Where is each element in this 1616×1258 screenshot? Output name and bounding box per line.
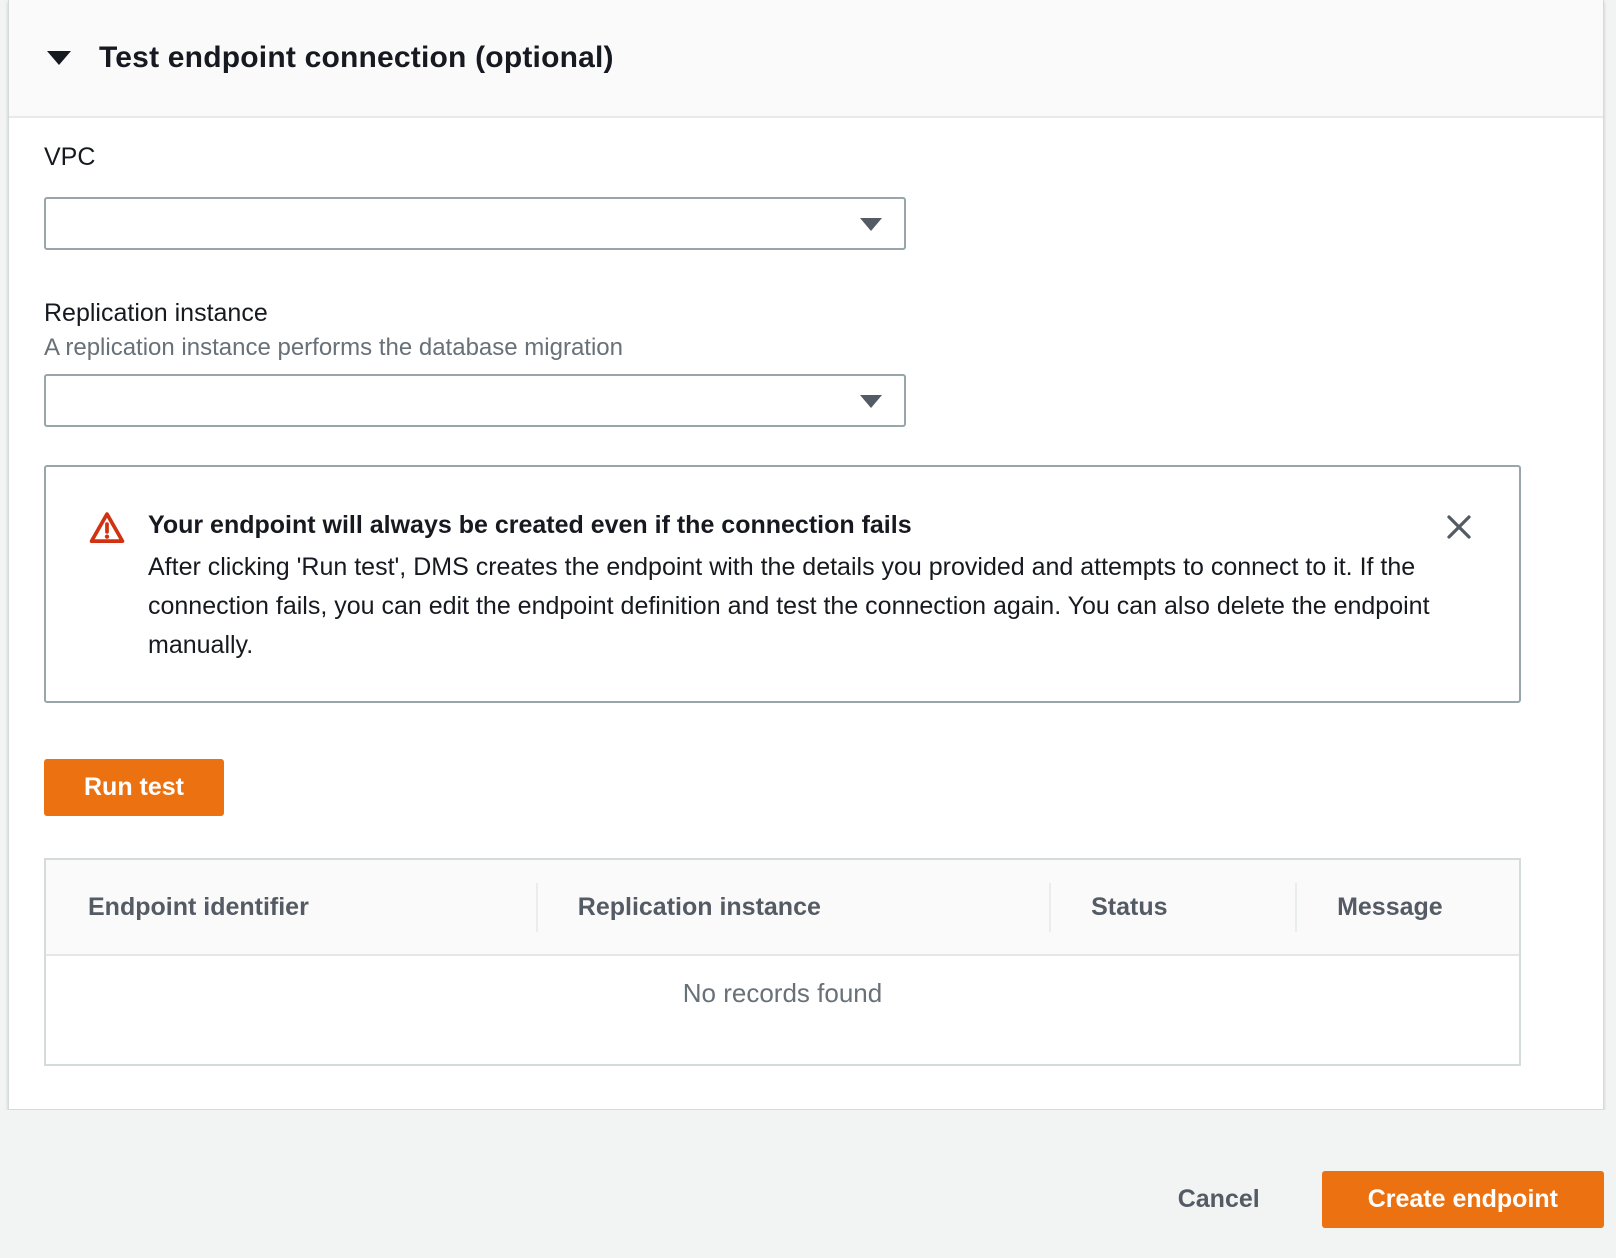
column-header-endpoint-identifier: Endpoint identifier	[46, 893, 536, 922]
test-results-table: Endpoint identifier Replication instance…	[44, 858, 1521, 1066]
column-header-replication-instance: Replication instance	[536, 893, 1049, 922]
form-actions-footer: Cancel Create endpoint	[0, 1110, 1616, 1258]
collapse-triangle-icon	[47, 51, 71, 65]
cancel-button[interactable]: Cancel	[1178, 1185, 1260, 1214]
vpc-select[interactable]	[44, 197, 906, 250]
column-header-message: Message	[1295, 893, 1519, 922]
section-title: Test endpoint connection (optional)	[99, 41, 614, 75]
run-test-button[interactable]: Run test	[44, 759, 224, 816]
vpc-label: VPC	[44, 142, 1519, 172]
table-empty-state: No records found	[46, 956, 1519, 1064]
warning-title: Your endpoint will always be created eve…	[148, 509, 1453, 541]
warning-triangle-icon	[88, 511, 126, 665]
table-header-row: Endpoint identifier Replication instance…	[46, 860, 1519, 956]
column-header-status: Status	[1049, 893, 1295, 922]
test-endpoint-connection-section: Test endpoint connection (optional) VPC …	[8, 0, 1604, 1110]
section-expander-header[interactable]: Test endpoint connection (optional)	[9, 0, 1603, 118]
replication-instance-select[interactable]	[44, 374, 906, 427]
chevron-down-icon	[860, 218, 882, 231]
warning-body: After clicking 'Run test', DMS creates t…	[148, 548, 1453, 665]
chevron-down-icon	[860, 395, 882, 408]
replication-instance-label: Replication instance	[44, 298, 1519, 328]
create-endpoint-button[interactable]: Create endpoint	[1322, 1171, 1604, 1228]
warning-alert: Your endpoint will always be created eve…	[44, 465, 1521, 703]
section-body: VPC Replication instance A replication i…	[9, 118, 1603, 1109]
replication-instance-description: A replication instance performs the data…	[44, 333, 1519, 362]
close-icon[interactable]	[1443, 511, 1475, 543]
warning-alert-content: Your endpoint will always be created eve…	[148, 509, 1453, 665]
